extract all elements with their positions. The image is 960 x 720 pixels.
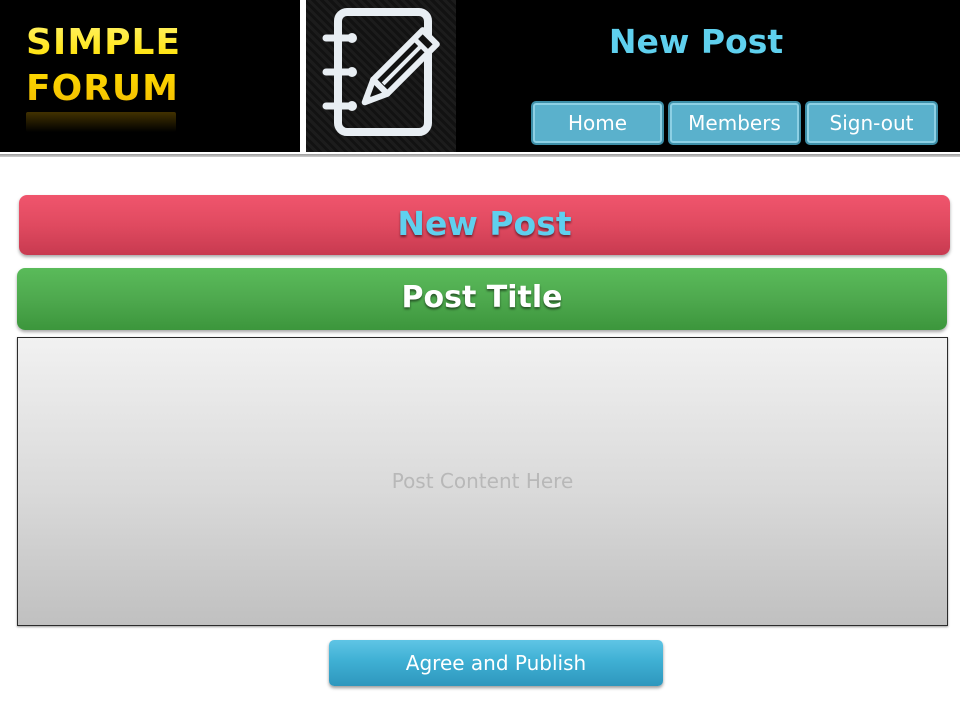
top-nav: Home Members Sign-out xyxy=(531,101,938,145)
new-post-banner-title: New Post xyxy=(397,204,572,243)
post-title-field[interactable]: Post Title xyxy=(17,268,947,330)
logo-line-1: SIMPLE xyxy=(26,22,182,63)
header-bar: SIMPLE FORUM New Post Home Members Sign-… xyxy=(0,0,960,152)
notebook-pencil-icon xyxy=(306,0,456,152)
logo-line-2: FORUM xyxy=(26,68,179,109)
page-title: New Post xyxy=(608,22,784,61)
logo-reflection xyxy=(26,112,176,132)
logo-text: SIMPLE FORUM xyxy=(26,20,181,112)
nav-home-button[interactable]: Home xyxy=(531,101,664,145)
logo[interactable]: SIMPLE FORUM xyxy=(0,0,300,152)
nav-members-button[interactable]: Members xyxy=(668,101,801,145)
agree-and-publish-button[interactable]: Agree and Publish xyxy=(329,640,663,686)
header-bottom-border xyxy=(0,152,960,157)
nav-signout-button[interactable]: Sign-out xyxy=(805,101,938,145)
post-content-input[interactable] xyxy=(17,337,948,626)
post-title-label: Post Title xyxy=(401,280,563,315)
new-post-banner: New Post xyxy=(19,195,950,255)
